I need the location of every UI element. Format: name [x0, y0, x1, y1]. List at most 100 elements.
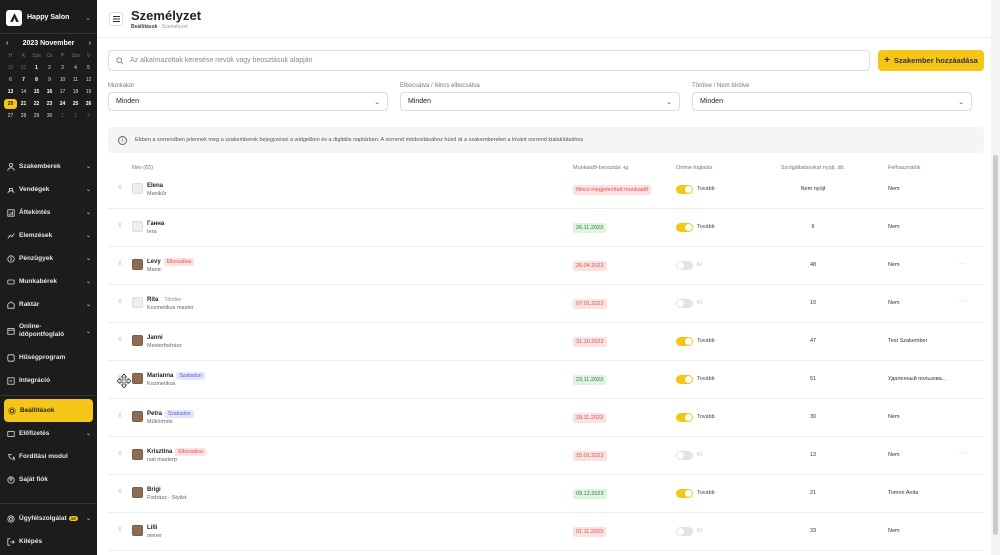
more-options-icon[interactable]: ··· — [959, 450, 966, 457]
calendar-day[interactable]: 16 — [43, 87, 56, 97]
drag-handle-icon[interactable]: ≡ — [118, 261, 124, 267]
table-row[interactable]: ≡ Krisztina Elbocsátva nail masterp 15.01.20… — [108, 437, 984, 475]
calendar-day[interactable]: 20 — [4, 99, 17, 109]
calendar-day[interactable]: 31 — [17, 63, 30, 73]
online-booking-toggle[interactable] — [676, 185, 693, 194]
table-row[interactable]: ≡ Petra Szabadon Műkörmös 18.11.2023 Tovább 30… — [108, 399, 984, 437]
calendar-day[interactable]: 25 — [69, 99, 82, 109]
drag-handle-icon[interactable]: ≡ — [118, 413, 124, 419]
table-row[interactable]: ≡ Lilli owner 01.11.2023 Ki 33 Nem — [108, 513, 984, 551]
calendar-day[interactable]: 10 — [56, 75, 69, 85]
staff-name[interactable]: Ганна — [147, 221, 164, 227]
filter-select[interactable]: Minden ⌄ — [400, 92, 680, 111]
online-booking-toggle[interactable] — [676, 413, 693, 422]
staff-name[interactable]: Levy — [147, 259, 161, 265]
scrollbar[interactable] — [991, 0, 1000, 555]
search-input[interactable]: Az alkalmazottak keresése nevük vagy beo… — [108, 50, 870, 71]
staff-name[interactable]: Marianna — [147, 373, 173, 379]
table-row[interactable]: ≡ Elena Manikűr Nincs megjelenített munkaid… — [108, 171, 984, 209]
nav-penzugyek[interactable]: Pénzügyek ⌄ — [0, 247, 97, 270]
menu-toggle-button[interactable] — [109, 11, 123, 26]
nav-vendegek[interactable]: Vendégek ⌄ — [0, 178, 97, 201]
online-booking-toggle[interactable] — [676, 223, 693, 232]
online-booking-toggle[interactable] — [676, 375, 693, 384]
calendar-day[interactable]: 2 — [43, 63, 56, 73]
nav-husegprogram[interactable]: Hűségprogram — [0, 346, 97, 369]
drag-handle-icon[interactable]: ≡ — [118, 223, 124, 229]
online-booking-toggle[interactable] — [676, 261, 693, 270]
table-row[interactable]: ≡ Ганна Інга 26.11.2023 Tovább 6 Nem — [108, 209, 984, 247]
calendar-day[interactable]: 3 — [56, 63, 69, 73]
drag-handle-icon[interactable]: ≡ — [118, 337, 124, 343]
add-staff-button[interactable]: + Szakember hozzáadása — [878, 50, 984, 71]
prev-month-icon[interactable]: ‹ — [6, 40, 8, 47]
table-row[interactable]: ≡ Rita Törölve Kozmetikus master 07.01.2022 K… — [108, 285, 984, 323]
calendar-day[interactable]: 4 — [69, 63, 82, 73]
calendar-day[interactable]: 26 — [82, 99, 95, 109]
calendar-day[interactable]: 1 — [30, 63, 43, 73]
calendar-day[interactable]: 13 — [4, 87, 17, 97]
calendar-day[interactable]: 29 — [30, 111, 43, 121]
next-month-icon[interactable]: › — [89, 40, 91, 47]
calendar-day[interactable]: 14 — [17, 87, 30, 97]
calendar-day[interactable]: 27 — [4, 111, 17, 121]
online-booking-toggle[interactable] — [676, 337, 693, 346]
calendar-day[interactable]: 2 — [69, 111, 82, 121]
staff-name[interactable]: Lilli — [147, 525, 157, 531]
calendar-day[interactable]: 22 — [30, 99, 43, 109]
calendar-day[interactable]: 24 — [56, 99, 69, 109]
calendar-day[interactable]: 30 — [4, 63, 17, 73]
nav-attekintes[interactable]: Áttekintés ⌄ — [0, 201, 97, 224]
table-row[interactable]: ≡ Janni Mesterfodrász 31.10.2023 Tovább 47 Tes… — [108, 323, 984, 361]
drag-handle-icon[interactable]: ≡ — [118, 489, 124, 495]
table-row[interactable]: ≡ Marianna Szabadon Kozmetikus 23.11.2023 Tov… — [108, 361, 984, 399]
nav-forditasi[interactable]: Fordítási modul — [0, 445, 97, 468]
nav-szakemberek[interactable]: Szakemberek ⌄ — [0, 155, 97, 178]
nav-munkaberek[interactable]: Munkabérek ⌄ — [0, 270, 97, 293]
filter-select[interactable]: Minden ⌄ — [692, 92, 972, 111]
drag-handle-icon[interactable]: ≡ — [118, 527, 124, 533]
calendar-day[interactable]: 15 — [30, 87, 43, 97]
calendar-day[interactable]: 28 — [17, 111, 30, 121]
staff-name[interactable]: Brigi — [147, 487, 161, 493]
online-booking-toggle[interactable] — [676, 527, 693, 536]
drag-handle-icon[interactable]: ≡ — [118, 451, 124, 457]
nav-elemzesek[interactable]: Elemzések ⌄ — [0, 224, 97, 247]
calendar-day[interactable]: 19 — [82, 87, 95, 97]
calendar-day[interactable]: 12 — [82, 75, 95, 85]
table-row[interactable]: ≡ Levy Elbocsátva Manic 26.04.2023 Ki 48 Nem ··· — [108, 247, 984, 285]
nav-logout[interactable]: Kilépés — [0, 530, 97, 553]
more-options-icon[interactable]: ··· — [959, 260, 966, 267]
filter-select[interactable]: Minden ⌄ — [108, 92, 388, 111]
online-booking-toggle[interactable] — [676, 299, 693, 308]
calendar-day[interactable]: 30 — [43, 111, 56, 121]
drag-handle-icon[interactable]: ≡ — [118, 185, 124, 191]
nav-raktar[interactable]: Raktár ⌄ — [0, 293, 97, 316]
scrollbar-thumb[interactable] — [993, 155, 998, 535]
calendar-day[interactable]: 11 — [69, 75, 82, 85]
staff-name[interactable]: Elena — [147, 183, 163, 189]
calendar-day[interactable]: 3 — [82, 111, 95, 121]
calendar-day[interactable]: 8 — [30, 75, 43, 85]
online-booking-toggle[interactable] — [676, 451, 693, 460]
nav-sajat-fiok[interactable]: Saját fiók — [0, 468, 97, 491]
staff-name[interactable]: Krisztina — [147, 449, 172, 455]
breadcrumb-parent[interactable]: Beállítások — [131, 24, 157, 30]
brand-switcher[interactable]: Happy Salon ⌄ — [0, 0, 97, 34]
calendar-day[interactable]: 6 — [4, 75, 17, 85]
calendar-day[interactable]: 17 — [56, 87, 69, 97]
calendar-day[interactable]: 9 — [43, 75, 56, 85]
calendar-day[interactable]: 23 — [43, 99, 56, 109]
calendar-day[interactable]: 5 — [82, 63, 95, 73]
nav-integracio[interactable]: Integráció — [0, 369, 97, 392]
calendar-day[interactable]: 18 — [69, 87, 82, 97]
drag-handle-icon[interactable]: ≡ — [118, 299, 124, 305]
nav-elofizetes[interactable]: Előfizetés ⌄ — [0, 422, 97, 445]
table-row[interactable]: ≡ Brigi Fodrász - Stylist 09.12.2023 Tovább 2… — [108, 475, 984, 513]
calendar-day[interactable]: 7 — [17, 75, 30, 85]
more-options-icon[interactable]: ··· — [959, 298, 966, 305]
nav-online[interactable]: Online-időpontfoglaló ⌄ — [0, 316, 97, 346]
nav-support[interactable]: Ügyfélszolgálat 10 ⌄ — [0, 507, 97, 530]
calendar-day[interactable]: 21 — [17, 99, 30, 109]
staff-name[interactable]: Rita — [147, 297, 158, 303]
